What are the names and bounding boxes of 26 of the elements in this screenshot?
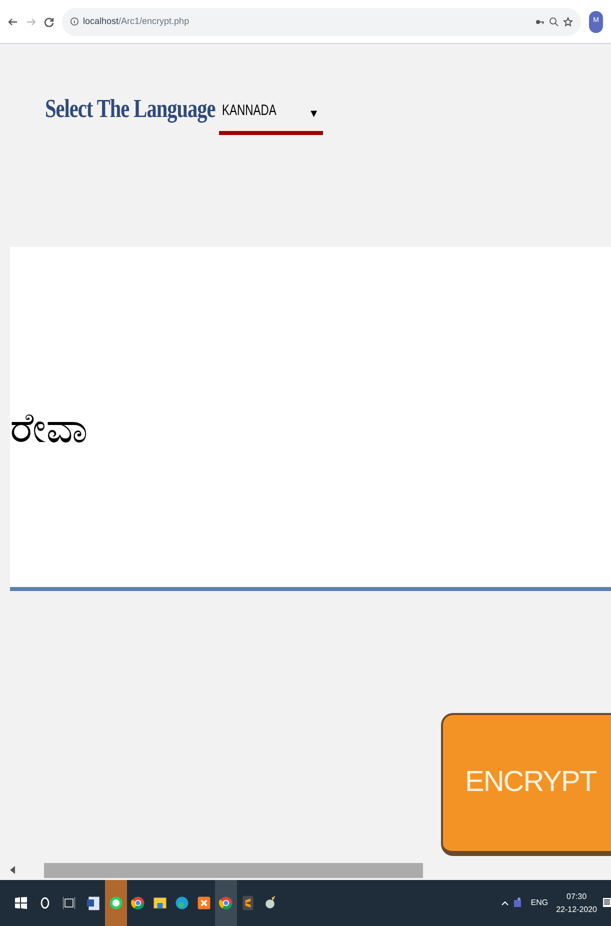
caret-up-icon[interactable] xyxy=(500,900,509,906)
url-text: localhost/Arc1/encrypt.php xyxy=(83,14,190,28)
language-indicator[interactable]: ENG xyxy=(530,897,548,909)
search-icon[interactable] xyxy=(40,896,50,910)
address-bar[interactable]: localhost/Arc1/encrypt.php xyxy=(62,8,581,36)
document-icon xyxy=(86,894,102,912)
scroll-left-icon[interactable] xyxy=(10,866,16,874)
language-dropdown[interactable]: KANNADA ▼ xyxy=(219,97,324,135)
windows-start-icon[interactable] xyxy=(15,897,27,909)
browser-icon xyxy=(130,894,146,912)
key-icon[interactable] xyxy=(535,18,545,26)
browser-icon xyxy=(218,894,234,912)
zoom-icon[interactable] xyxy=(549,16,559,26)
chat-bubble-icon xyxy=(108,894,124,912)
reload-icon[interactable] xyxy=(44,16,54,26)
teams-icon[interactable] xyxy=(512,897,523,909)
language-label: Select The Language xyxy=(45,93,216,125)
clock[interactable]: 07:30 22-12-2020 xyxy=(556,890,597,916)
notification-icon[interactable] xyxy=(603,897,611,909)
info-icon xyxy=(70,17,79,26)
editor-icon xyxy=(240,894,256,912)
task-view-icon[interactable] xyxy=(63,896,75,910)
square-app-icon xyxy=(196,894,212,912)
output-text: ರೇವಾ xyxy=(10,402,88,452)
back-icon[interactable] xyxy=(8,16,18,26)
star-icon[interactable] xyxy=(563,16,573,26)
